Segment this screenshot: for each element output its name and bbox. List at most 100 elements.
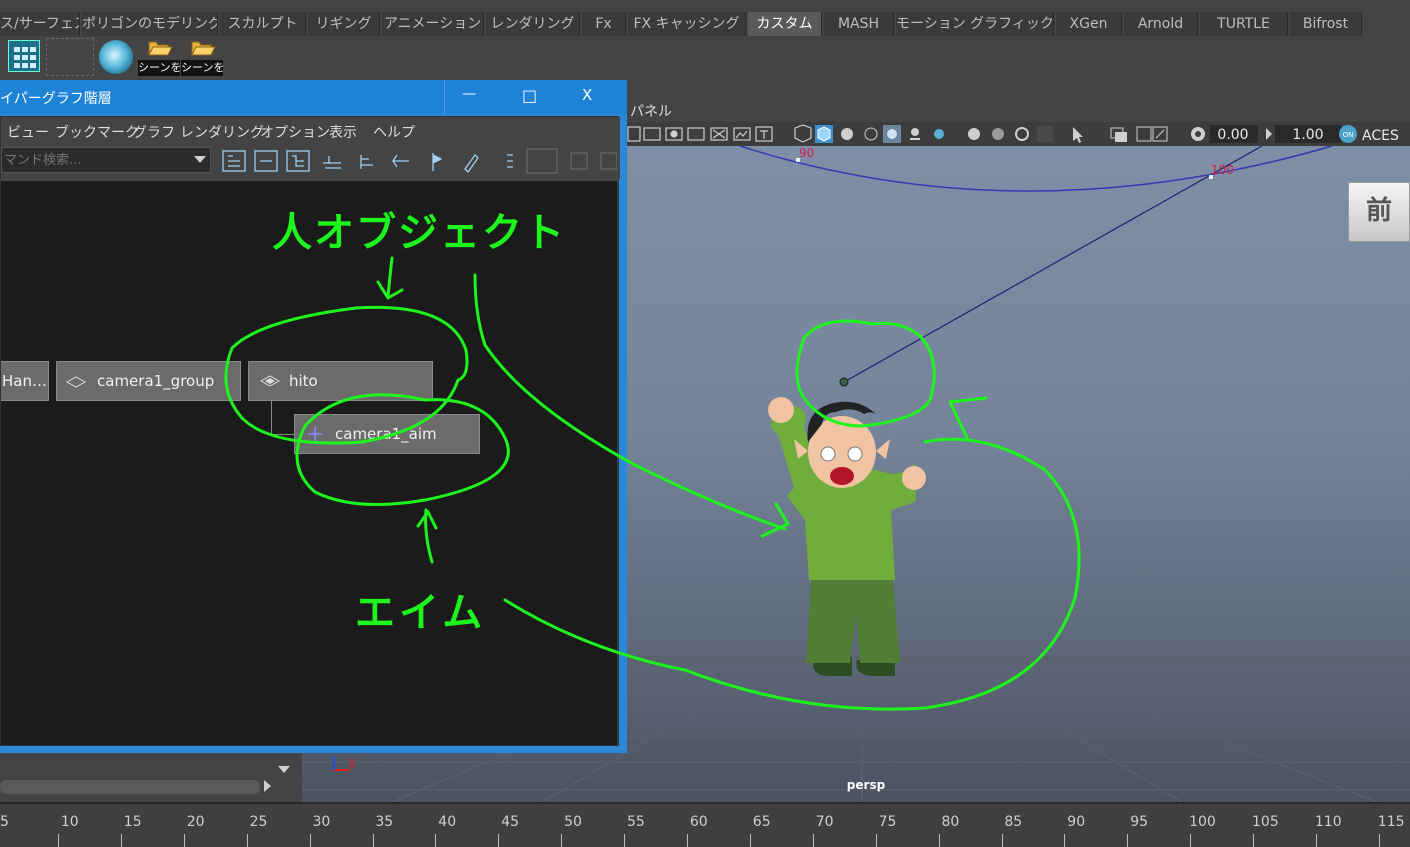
- timeline-tick-label: 60: [689, 814, 708, 830]
- timeline-tick-label: 20: [186, 814, 205, 830]
- hito-character-model[interactable]: [768, 397, 926, 676]
- viewport-panel-menu: パネル: [625, 98, 1410, 122]
- tab-surfaces[interactable]: ス/サーフェス: [0, 12, 80, 36]
- timeline-tick-label: 85: [1004, 814, 1023, 830]
- tab-fx-caching[interactable]: FX キャッシング: [628, 12, 746, 36]
- scroll-right-arrow-icon[interactable]: [264, 780, 271, 792]
- node-label: camera1_group: [97, 372, 215, 390]
- sphere-icon[interactable]: [99, 40, 133, 74]
- tab-arnold[interactable]: Arnold: [1124, 12, 1198, 36]
- minimize-button[interactable]: —: [462, 86, 476, 102]
- motion-path-curve[interactable]: [739, 146, 1333, 192]
- graph-node-camera1-group[interactable]: camera1_group: [56, 361, 241, 401]
- tab-polygon-modeling[interactable]: ポリゴンのモデリング: [82, 12, 218, 36]
- timeline-tick: [561, 834, 563, 847]
- scroll-down-arrow-icon[interactable]: [278, 766, 290, 773]
- timeline-tick: [435, 834, 437, 847]
- timeline-tick-label: 65: [752, 814, 771, 830]
- horizontal-scrollbar[interactable]: [0, 780, 260, 794]
- panel-menu-label[interactable]: パネル: [630, 101, 672, 121]
- timeline-tick-label: 55: [627, 814, 645, 830]
- graph-node-hito[interactable]: hito: [248, 361, 433, 401]
- hypergraph-tool-icons[interactable]: [217, 143, 617, 179]
- tab-rigging[interactable]: リギング: [308, 12, 380, 36]
- command-search-input[interactable]: [2, 148, 188, 172]
- tab-animation[interactable]: アニメーション: [382, 12, 484, 36]
- close-button[interactable]: X: [582, 86, 592, 104]
- timeline-tick: [687, 834, 688, 847]
- tab-bifrost[interactable]: Bifrost: [1290, 12, 1362, 36]
- timeline-tick: [749, 834, 751, 847]
- timeline-tick: [1001, 834, 1003, 847]
- aim-line: [843, 146, 1263, 383]
- node-label: hito: [289, 372, 318, 390]
- timeline-tick: [372, 834, 374, 847]
- menu-options[interactable]: オプション: [260, 122, 330, 142]
- timeline-tick-label: 50: [564, 814, 582, 830]
- timeline-tick: [812, 834, 814, 847]
- time-slider[interactable]: 5 10 15 20 25 30 35 40 45 50 55 60 65 70 75 80 85 90 95 100…: [0, 802, 1410, 847]
- timeline-tick-label: 105: [1252, 814, 1279, 830]
- timeline-tick-label: 95: [1130, 814, 1149, 830]
- timeline-tick: [309, 834, 311, 847]
- svg-text:ON: ON: [1343, 131, 1354, 139]
- hypergraph-title-bar[interactable]: イパーグラフ階層 — □ X: [0, 80, 627, 114]
- tab-xgen[interactable]: XGen: [1056, 12, 1122, 36]
- axis-x-label: X: [348, 757, 356, 771]
- tab-fx[interactable]: Fx: [582, 12, 626, 36]
- tab-mash[interactable]: MASH: [824, 12, 894, 36]
- chevron-down-icon[interactable]: [194, 156, 206, 163]
- curve-label-100: 100: [1211, 163, 1234, 177]
- menu-display[interactable]: 表示: [329, 122, 357, 142]
- timeline-tick: [624, 834, 626, 847]
- timeline-tick-label: 115: [1377, 814, 1405, 830]
- timeline-tick: [1316, 834, 1317, 847]
- locator-icon: [308, 427, 322, 441]
- timeline-tick: [498, 834, 500, 847]
- node-label: Han…: [2, 372, 47, 390]
- shelf-icon-bar: シーンを シーンを: [0, 36, 1410, 78]
- tab-motion-graphics[interactable]: モーション グラフィックス: [896, 12, 1054, 36]
- hierarchy-connector: [271, 434, 295, 435]
- menu-view[interactable]: ビュー: [7, 122, 49, 142]
- tab-rendering[interactable]: レンダリング: [486, 12, 580, 36]
- maya-workspace: ス/サーフェス ポリゴンのモデリング スカルプト リギング アニメーション レン…: [0, 0, 1410, 847]
- timeline-tick-label: 80: [941, 814, 960, 830]
- aim-locator[interactable]: [839, 377, 849, 387]
- exposure-value: 0.00: [1217, 127, 1248, 143]
- shelf-label: シーンを: [138, 60, 180, 76]
- timeline-tick: [1064, 834, 1066, 847]
- timeline-tick: [875, 834, 877, 847]
- menu-graph[interactable]: グラフ: [133, 122, 175, 142]
- empty-slot-icon[interactable]: [46, 38, 94, 76]
- viewport-toolbar-icons[interactable]: 0.00 1.00 ON ACES: [625, 122, 1410, 146]
- timeline-tick-label: 40: [438, 814, 457, 830]
- hypergraph-window: イパーグラフ階層 — □ X ビュー ブックマーク グラフ レンダリング オプシ…: [0, 80, 627, 753]
- command-search-field[interactable]: [1, 147, 211, 173]
- annotation-person-object: 人オブジェクト: [272, 210, 566, 256]
- shelf-label: シーンを: [181, 60, 223, 76]
- folder-open-icon[interactable]: シーンを: [181, 38, 223, 76]
- tab-turtle[interactable]: TURTLE: [1200, 12, 1288, 36]
- camera-name-label: persp: [847, 778, 886, 792]
- transform-node-icon: [259, 375, 281, 387]
- menu-bookmarks[interactable]: ブックマーク: [55, 122, 139, 142]
- timeline-tick: [120, 834, 122, 847]
- hypergraph-toolbar: [1, 143, 620, 179]
- tab-sculpt[interactable]: スカルプト: [220, 12, 306, 36]
- timeline-tick-label: 70: [815, 814, 834, 830]
- hypergraph-graph-area[interactable]: Han… camera1_group hito camera1_aim: [1, 181, 617, 745]
- graph-node-camera1-aim[interactable]: camera1_aim: [294, 414, 480, 454]
- folder-open-icon[interactable]: シーンを: [138, 38, 180, 76]
- maximize-button[interactable]: □: [522, 86, 537, 105]
- menu-rendering[interactable]: レンダリング: [180, 122, 264, 142]
- graph-node-handle[interactable]: Han…: [1, 361, 49, 401]
- tab-custom[interactable]: カスタム: [748, 12, 822, 36]
- timeline-tick: [1190, 834, 1192, 847]
- annotation-aim: エイム: [355, 590, 487, 636]
- curve-label-90: 90: [799, 146, 814, 160]
- menu-help[interactable]: ヘルプ: [373, 122, 415, 142]
- grid-icon[interactable]: [8, 40, 40, 72]
- timeline-tick-label: 5: [0, 814, 9, 830]
- view-cube[interactable]: 前: [1348, 182, 1410, 242]
